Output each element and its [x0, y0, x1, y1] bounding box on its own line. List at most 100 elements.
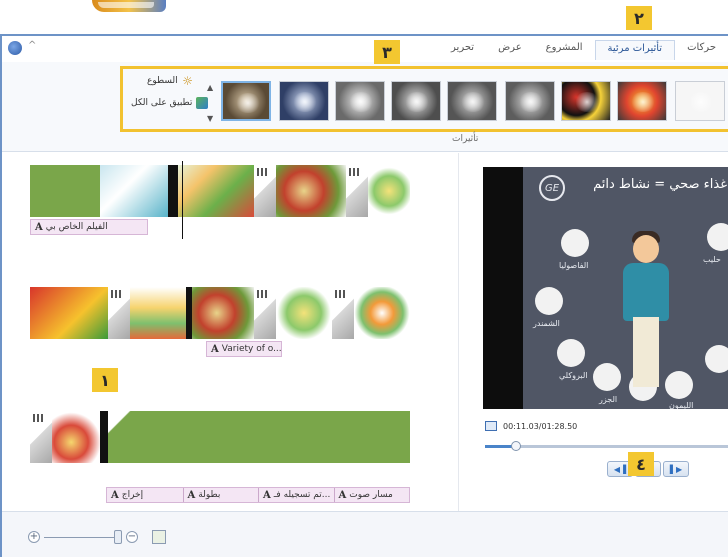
callout-3: ٣ — [374, 40, 400, 64]
food-icon-broccoli — [557, 339, 585, 367]
chevron-up-icon[interactable]: ^ — [28, 40, 36, 51]
clip-fruit[interactable] — [52, 411, 100, 463]
video-logo: GE — [539, 175, 565, 201]
caption-a-icon: A — [338, 489, 347, 501]
row3-captions: A إخراج A بطولة A تم تسجيله فـ... A مسار… — [106, 487, 410, 503]
effects-gallery: السطوع ☼ تطبيق على الكل ▲ ▼ — [120, 66, 728, 132]
caption-soundtrack[interactable]: A مسار صوت — [333, 488, 410, 502]
snapshot-icon[interactable] — [485, 421, 497, 431]
tab-edit[interactable]: تحرير — [439, 40, 486, 60]
effect-thumb-warm[interactable] — [617, 81, 667, 121]
food-label: الجزر — [599, 395, 618, 404]
row1-caption-cell: A الفيلم الخاص بي — [31, 220, 112, 234]
tab-project[interactable]: المشروع — [534, 40, 595, 60]
row1-caption-text: الفيلم الخاص بي — [45, 222, 108, 232]
clip-divider-1 — [168, 165, 178, 217]
caption-recorded-in[interactable]: A تم تسجيله فـ... — [258, 488, 334, 502]
food-icon-milk — [707, 223, 728, 251]
caption-starring[interactable]: A بطولة — [182, 488, 259, 502]
timecode-text: 00:11.03/01:28.50 — [503, 421, 578, 431]
clip-green-1[interactable] — [30, 165, 100, 217]
tab-animations[interactable]: حركات — [675, 40, 728, 60]
clip-pyramid[interactable] — [130, 287, 186, 339]
zoom-slider[interactable] — [44, 537, 118, 538]
apply-all-option[interactable]: تطبيق على الكل — [131, 97, 209, 109]
app-icon[interactable] — [8, 41, 22, 55]
effect-thumb-blue[interactable] — [279, 81, 329, 121]
gallery-scroll[interactable]: ▲ ▼ — [207, 83, 215, 123]
caption-text: تم تسجيله فـ... — [273, 490, 331, 500]
scroll-down-icon[interactable]: ▼ — [207, 114, 215, 123]
effect-thumb-gray-1[interactable] — [335, 81, 385, 121]
caption-directed-by[interactable]: A إخراج — [107, 488, 183, 502]
food-label: الشمندر — [533, 319, 560, 328]
banner-art — [92, 0, 166, 12]
effect-thumb-gray-2[interactable] — [391, 81, 441, 121]
caption-a-icon: A — [211, 343, 219, 355]
clip-plate-1[interactable] — [368, 165, 410, 217]
figure-legs — [633, 317, 659, 387]
food-label: حليب — [703, 255, 721, 264]
zoom-slider-thumb[interactable] — [114, 530, 122, 544]
clip-green-credits[interactable] — [108, 411, 410, 463]
caption-text: إخراج — [121, 490, 144, 500]
preview-monitor[interactable]: GE غذاء صحي = نشاط دائم الفاصوليا الشمند… — [483, 167, 728, 409]
transition-icon-6[interactable] — [30, 411, 52, 463]
clip-row-1 — [30, 165, 410, 217]
caption-a-icon: A — [263, 489, 271, 501]
effect-thumb-gray-4[interactable] — [505, 81, 555, 121]
ribbon: السطوع ☼ تطبيق على الكل ▲ ▼ تأثيرات — [2, 62, 728, 152]
clip-plate-2[interactable] — [276, 287, 332, 339]
zoom-in-button[interactable]: + — [28, 531, 40, 543]
callout-1: ١ — [92, 368, 118, 392]
movie-maker-window: ^ حركات تأثيرات مرئية المشروع عرض تحرير … — [0, 34, 728, 557]
storyboard-pane: A الفيلم الخاص بي A Variety of o... A إخ… — [2, 153, 456, 511]
playhead[interactable] — [182, 161, 183, 239]
clip-kids-1[interactable] — [178, 165, 254, 217]
effect-thumb-sepia[interactable] — [221, 81, 271, 121]
tab-visual-effects[interactable]: تأثيرات مرئية — [594, 40, 676, 60]
clip-plate-3[interactable] — [354, 287, 410, 339]
clip-veg-2[interactable] — [192, 287, 254, 339]
seek-bar[interactable] — [485, 441, 728, 451]
caption-text: مسار صوت — [349, 490, 393, 500]
food-icon-lemon — [665, 371, 693, 399]
transition-icon-2[interactable] — [346, 165, 368, 217]
food-label: البروكلي — [559, 371, 588, 380]
effect-thumb-gray-3[interactable] — [447, 81, 497, 121]
apply-all-label: تطبيق على الكل — [131, 98, 193, 108]
effect-thumb-red-yellow[interactable] — [561, 81, 611, 121]
clip-row-2 — [30, 287, 410, 339]
food-icon-carrot — [593, 363, 621, 391]
food-label: الليمون — [669, 401, 694, 409]
status-bar: + − — [2, 511, 728, 557]
transition-icon-3[interactable] — [108, 287, 130, 339]
clip-poster-1[interactable] — [100, 165, 168, 217]
figure-head — [633, 235, 659, 263]
row1-caption[interactable]: A الفيلم الخاص بي — [30, 219, 148, 235]
clip-veg-1[interactable] — [276, 165, 346, 217]
next-frame-button[interactable]: ▌▶ — [663, 461, 689, 477]
transition-icon-4[interactable] — [254, 287, 276, 339]
food-label: الفاصوليا — [559, 261, 589, 270]
zoom-out-button[interactable]: − — [126, 531, 138, 543]
fit-to-window-icon[interactable] — [152, 530, 166, 544]
transition-icon-5[interactable] — [332, 287, 354, 339]
seek-thumb[interactable] — [510, 441, 521, 451]
scroll-up-icon[interactable]: ▲ — [207, 83, 215, 92]
transition-icon-1[interactable] — [254, 165, 276, 217]
clip-row-3 — [30, 411, 410, 463]
clip-food-poster[interactable] — [30, 287, 108, 339]
video-black-bar — [483, 167, 523, 409]
preview-pane: GE غذاء صحي = نشاط دائم الفاصوليا الشمند… — [458, 153, 728, 511]
row2-caption-cell: A Variety of o... — [207, 342, 281, 356]
callout-4: ٤ — [628, 452, 654, 476]
effect-thumb-none[interactable] — [675, 81, 725, 121]
caption-a-icon: A — [35, 221, 43, 233]
tab-view[interactable]: عرض — [486, 40, 534, 60]
callout-2: ٢ — [626, 6, 652, 30]
brightness-option[interactable]: السطوع ☼ — [147, 75, 194, 87]
clip-divider-3 — [100, 411, 108, 463]
row2-caption[interactable]: A Variety of o... — [206, 341, 282, 357]
food-icon-potato — [705, 345, 728, 373]
